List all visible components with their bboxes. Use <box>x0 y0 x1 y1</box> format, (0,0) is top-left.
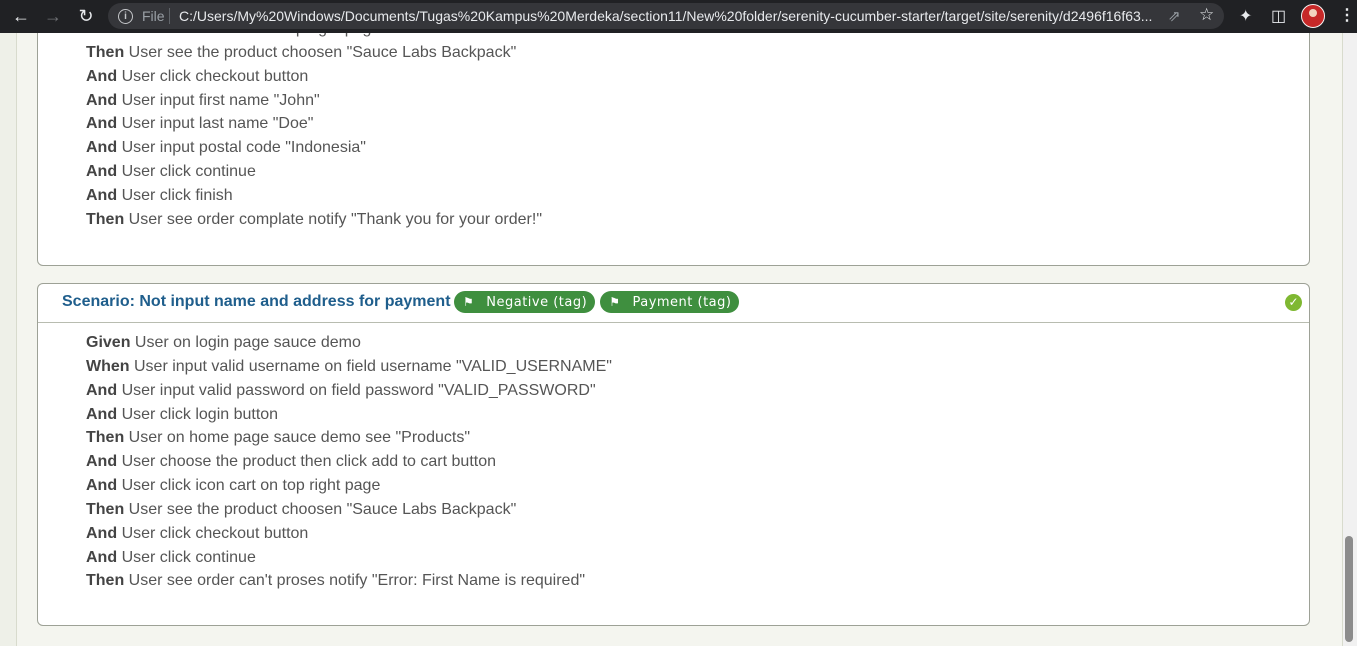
step-keyword: And <box>86 548 118 566</box>
step-keyword: And <box>86 67 118 85</box>
step-text: User on home page sauce demo see "Produc… <box>128 429 470 447</box>
step-text: User input last name "Doe" <box>121 115 314 133</box>
tag-label: Negative (tag) <box>486 294 588 310</box>
forward-arrow-icon[interactable]: → <box>40 4 66 28</box>
step-text: User choose the product then click add t… <box>121 453 496 471</box>
side-panel-icon[interactable]: ◫ <box>1271 6 1286 26</box>
reload-icon[interactable]: ↻ <box>73 4 99 28</box>
address-divider <box>169 8 170 24</box>
step-keyword: And <box>86 91 118 109</box>
step-row: And User input valid password on field p… <box>86 379 612 403</box>
step-keyword: And <box>86 524 118 542</box>
step-row: And User click continue <box>86 160 542 184</box>
tag-label: Payment (tag) <box>632 294 732 310</box>
scenario-title[interactable]: Scenario: Not input name and address for… <box>62 293 451 311</box>
file-scheme-label: File <box>142 8 165 24</box>
scenario-header[interactable]: Scenario: Not input name and address for… <box>38 284 1309 323</box>
vertical-scrollbar[interactable] <box>1341 33 1357 646</box>
profile-avatar[interactable] <box>1301 4 1325 28</box>
step-keyword: And <box>86 186 118 204</box>
step-row: And User click login button <box>86 403 612 427</box>
step-text: User click icon cart on top right page <box>121 477 381 495</box>
step-row: And User click checkout button <box>86 522 612 546</box>
step-row: And User choose the product then click a… <box>86 450 612 474</box>
step-keyword: Given <box>86 334 131 351</box>
step-row: And User click icon cart on top right pa… <box>86 474 612 498</box>
step-text: User on login page sauce demo <box>134 334 361 351</box>
step-text: User input postal code "Indonesia" <box>121 139 366 157</box>
previous-scenario-panel: And User click icon cart on top right pa… <box>37 10 1310 266</box>
step-text: User see order complate notify "Thank yo… <box>128 210 542 228</box>
step-text: User click finish <box>121 186 233 204</box>
step-keyword: And <box>86 139 118 157</box>
previous-steps-list: And User click icon cart on top right pa… <box>86 17 542 232</box>
step-keyword: And <box>86 405 118 423</box>
step-text: User input valid username on field usern… <box>134 357 612 375</box>
share-icon[interactable]: ⇗ <box>1168 7 1181 25</box>
url-text[interactable]: C:/Users/My%20Windows/Documents/Tugas%20… <box>179 8 1154 24</box>
step-row: Then User see the product choosen "Sauce… <box>86 41 542 65</box>
step-row: And User input first name "John" <box>86 89 542 113</box>
step-keyword: When <box>86 357 130 375</box>
info-icon[interactable]: i <box>118 9 133 24</box>
step-row: And User click finish <box>86 184 542 208</box>
step-keyword: Then <box>86 210 125 228</box>
tag-negative[interactable]: ⚑ Negative (tag) <box>454 291 596 313</box>
step-text: User input first name "John" <box>121 91 320 109</box>
step-keyword: And <box>86 115 118 133</box>
address-bar[interactable]: i File C:/Users/My%20Windows/Documents/T… <box>108 3 1224 29</box>
scenario-steps-list: Given User on login page sauce demo When … <box>86 331 612 593</box>
tag-icon: ⚑ <box>463 295 475 309</box>
step-row: Then User on home page sauce demo see "P… <box>86 426 612 450</box>
browser-toolbar: ← → ↻ i File C:/Users/My%20Windows/Docum… <box>0 0 1357 33</box>
step-keyword: Then <box>86 429 125 447</box>
extensions-puzzle-icon[interactable]: ✦ <box>1239 6 1252 26</box>
step-keyword: Then <box>86 43 125 61</box>
step-keyword: And <box>86 477 118 495</box>
tag-payment[interactable]: ⚑ Payment (tag) <box>600 291 740 313</box>
step-text: User see the product choosen "Sauce Labs… <box>128 43 517 61</box>
step-text: User click continue <box>121 163 256 181</box>
step-text: User click continue <box>121 548 256 566</box>
step-keyword: Then <box>86 572 125 590</box>
step-row: Then User see the product choosen "Sauce… <box>86 498 612 522</box>
step-text: User input valid password on field passw… <box>121 381 596 399</box>
step-row: And User click checkout button <box>86 65 542 89</box>
bookmark-star-icon[interactable]: ☆ <box>1199 5 1214 25</box>
step-keyword: And <box>86 453 118 471</box>
step-row: And User click continue <box>86 546 612 570</box>
step-row: Given User on login page sauce demo <box>86 331 612 355</box>
step-row: And User input postal code "Indonesia" <box>86 136 542 160</box>
step-keyword: And <box>86 163 118 181</box>
step-row: And User input last name "Doe" <box>86 112 542 136</box>
step-text: User click login button <box>121 405 279 423</box>
passed-check-icon: ✓ <box>1285 294 1302 311</box>
scenario-panel: Scenario: Not input name and address for… <box>37 283 1310 626</box>
step-text: User see order can't proses notify "Erro… <box>128 572 586 590</box>
step-text: User click checkout button <box>121 524 309 542</box>
tag-list: ⚑ Negative (tag) ⚑ Payment (tag) <box>454 291 740 313</box>
step-keyword: And <box>86 381 118 399</box>
tag-icon: ⚑ <box>609 295 621 309</box>
back-arrow-icon[interactable]: ← <box>8 4 34 28</box>
step-row: Then User see order can't proses notify … <box>86 569 612 593</box>
step-row: When User input valid username on field … <box>86 355 612 379</box>
step-row: Then User see order complate notify "Tha… <box>86 208 542 232</box>
step-text: User click checkout button <box>121 67 309 85</box>
step-keyword: Then <box>86 500 125 518</box>
more-menu-icon[interactable]: ⋮ <box>1339 5 1355 25</box>
step-text: User see the product choosen "Sauce Labs… <box>128 500 517 518</box>
scrollbar-thumb[interactable] <box>1345 536 1353 642</box>
